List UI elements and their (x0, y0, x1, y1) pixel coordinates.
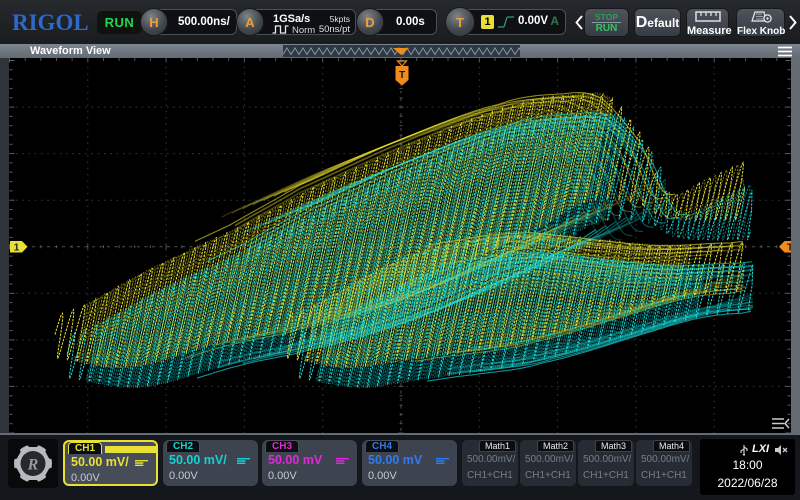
svg-text:T: T (399, 70, 405, 81)
svg-text:1: 1 (14, 243, 20, 254)
svg-text:R: R (27, 457, 39, 474)
